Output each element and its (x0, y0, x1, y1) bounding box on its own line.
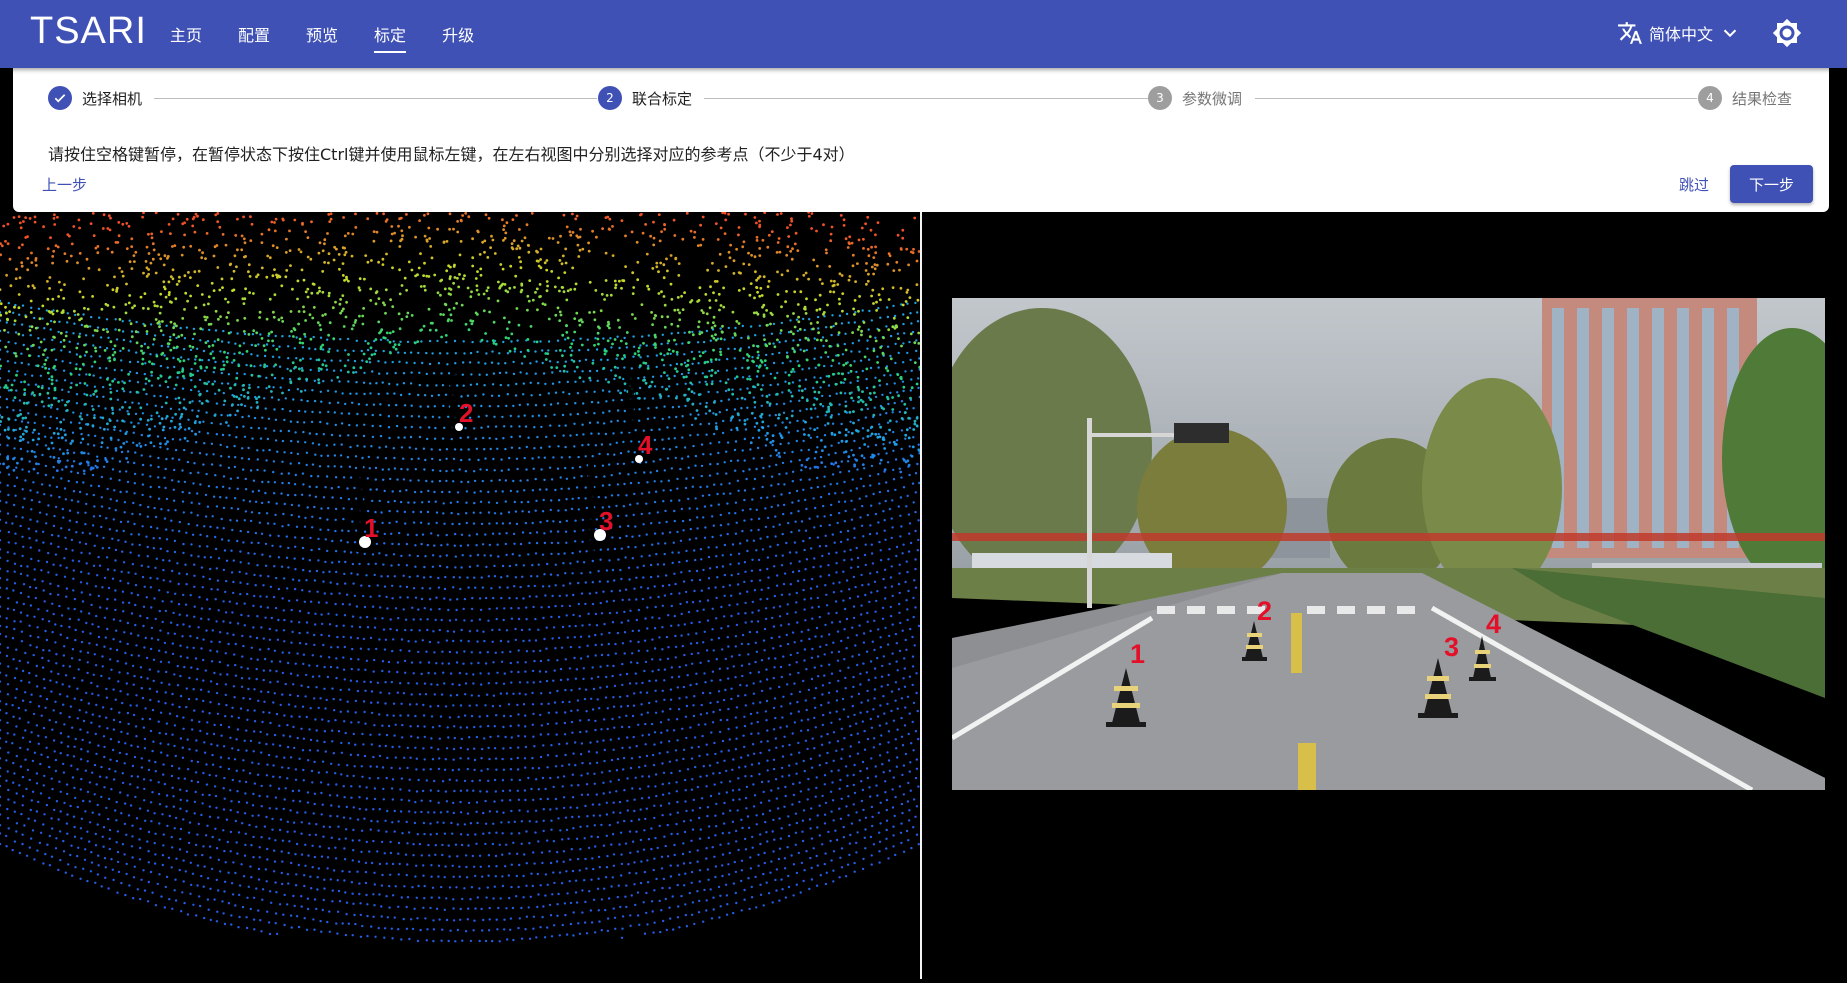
lidar-point-cloud-view[interactable]: 1 2 3 4 (0, 210, 922, 979)
check-icon (48, 86, 72, 110)
calibration-stepper-card: 选择相机 2 联合标定 3 参数微调 4 结果检查 请按住空格键暂停，在暂停状态… (13, 68, 1829, 212)
camera-marker-3[interactable]: 3 (1444, 632, 1459, 662)
step-joint-calibration[interactable]: 2 联合标定 (598, 86, 692, 110)
road-scene-image[interactable]: 1 2 3 4 (952, 298, 1825, 790)
back-button[interactable]: 上一步 (42, 174, 87, 195)
nav-config[interactable]: 配置 (238, 22, 270, 53)
lidar-marker-4[interactable]: 4 (635, 430, 653, 463)
theme-toggle-button[interactable] (1772, 18, 1802, 52)
lidar-marker-2[interactable]: 2 (455, 398, 473, 431)
nav-upgrade[interactable]: 升级 (442, 22, 474, 53)
camera-marker-4[interactable]: 4 (1486, 609, 1501, 639)
camera-image-view[interactable]: 1 2 3 4 (922, 212, 1847, 979)
step-number: 3 (1148, 86, 1172, 110)
step-result-check[interactable]: 4 结果检查 (1698, 86, 1792, 110)
nav-preview[interactable]: 预览 (306, 22, 338, 53)
main-nav: 主页 配置 预览 标定 升级 (170, 22, 510, 53)
step-number: 2 (598, 86, 622, 110)
step-label: 选择相机 (82, 89, 143, 108)
point-cloud-canvas[interactable]: 1 2 3 4 (0, 210, 922, 979)
brightness-icon (1772, 18, 1802, 48)
camera-frame[interactable]: 1 2 3 4 (952, 298, 1825, 790)
next-button[interactable]: 下一步 (1730, 165, 1813, 203)
instruction-text: 请按住空格键暂停，在暂停状态下按住Ctrl键并使用鼠标左键，在左右视图中分别选择… (48, 145, 855, 164)
nav-home[interactable]: 主页 (170, 22, 202, 53)
app-logo[interactable]: TSARI (30, 10, 147, 53)
step-label: 结果检查 (1732, 89, 1793, 108)
chevron-down-icon (1723, 29, 1737, 38)
step-connector (1255, 98, 1697, 99)
camera-marker-2[interactable]: 2 (1257, 596, 1272, 626)
step-connector (704, 98, 1148, 99)
camera-marker-1[interactable]: 1 (1130, 639, 1145, 669)
step-select-camera[interactable]: 选择相机 (48, 86, 142, 110)
step-label: 参数微调 (1182, 89, 1243, 108)
language-selector[interactable]: 简体中文 (1617, 20, 1741, 46)
step-number: 4 (1698, 86, 1722, 110)
step-fine-tuning[interactable]: 3 参数微调 (1148, 86, 1242, 110)
language-label: 简体中文 (1649, 25, 1714, 44)
step-label: 联合标定 (632, 89, 693, 108)
skip-button[interactable]: 跳过 (1679, 174, 1709, 195)
lidar-marker-3[interactable]: 3 (594, 506, 613, 541)
app-bar: TSARI 主页 配置 预览 标定 升级 简体中文 (0, 0, 1847, 68)
nav-calibration[interactable]: 标定 (374, 22, 407, 53)
translate-icon (1618, 22, 1642, 44)
step-connector (154, 98, 597, 99)
